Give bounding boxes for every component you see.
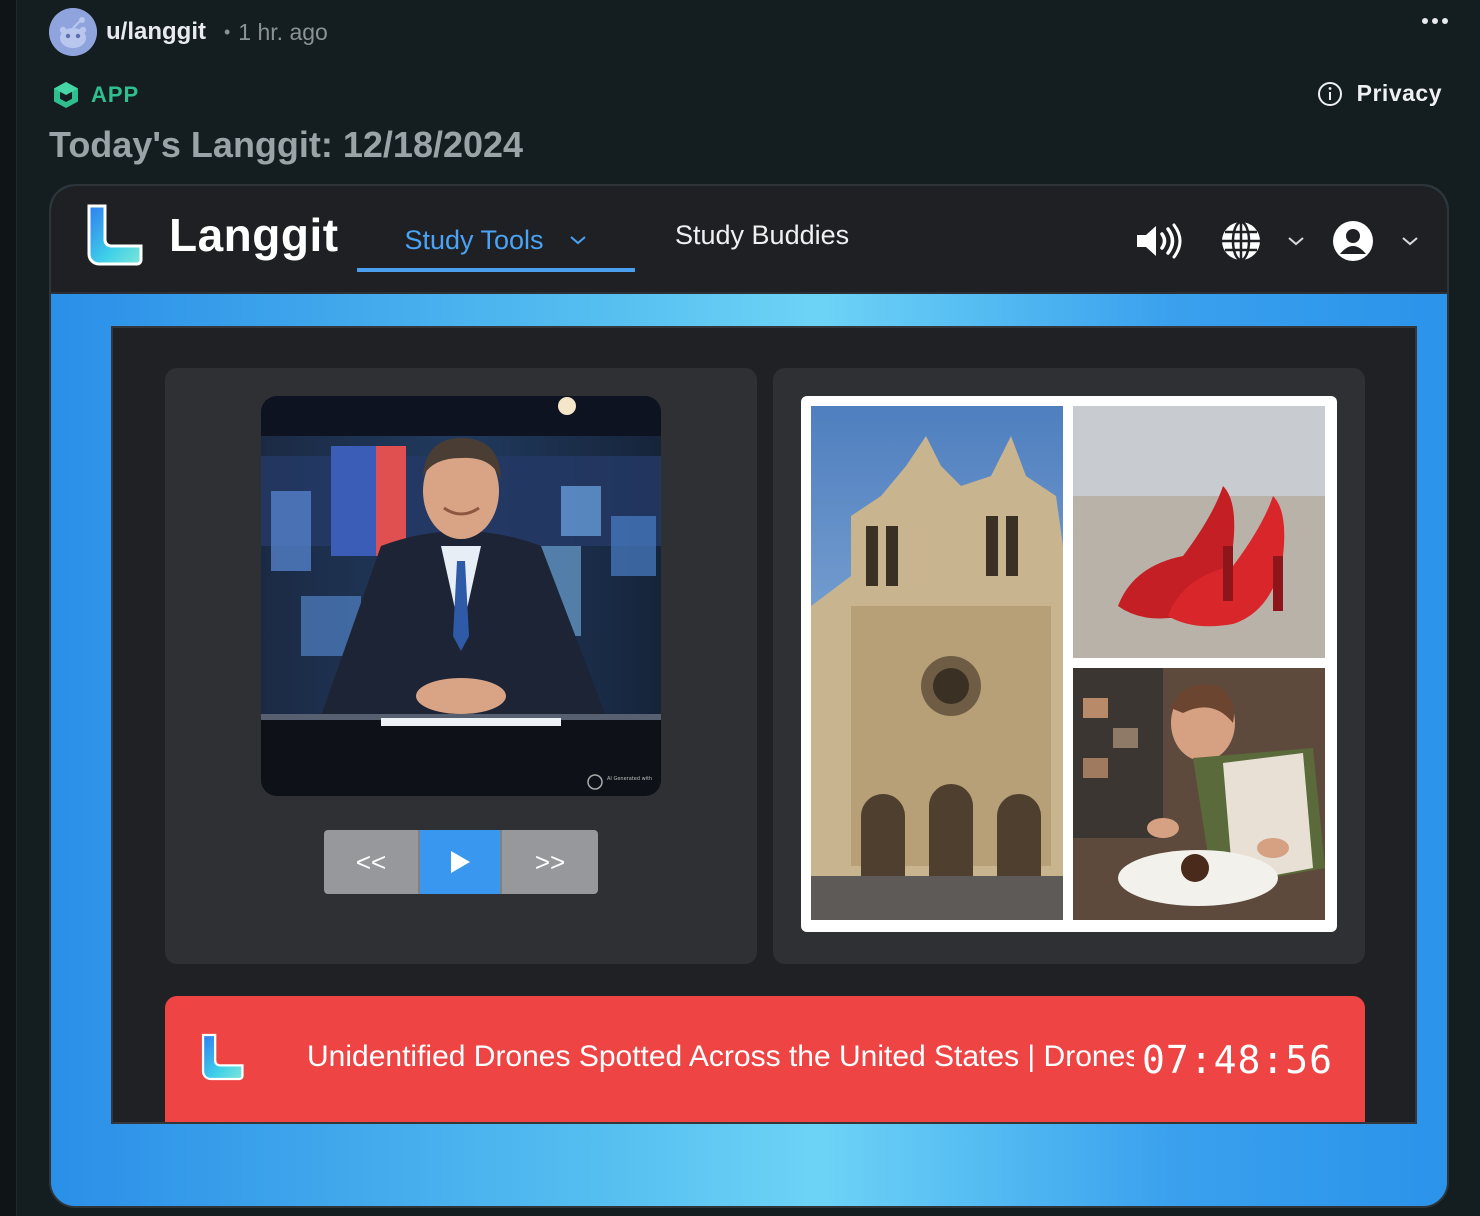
tab-study-tools-label: Study Tools: [404, 224, 544, 255]
post-title[interactable]: Today's Langgit: 12/18/2024: [49, 124, 523, 166]
language-button[interactable]: [1219, 219, 1263, 263]
chevron-down-icon: [569, 236, 586, 245]
nav-icons: [1133, 216, 1421, 266]
next-button[interactable]: >>: [502, 830, 598, 894]
tab-study-buddies[interactable]: Study Buddies: [675, 220, 849, 251]
red-shoes-image[interactable]: [1073, 406, 1325, 658]
globe-icon: [1222, 220, 1260, 262]
study-content: AI Generated with << >> Unidentified Dro…: [111, 326, 1417, 1124]
brand-name: Langgit: [169, 209, 339, 261]
news-ticker: Unidentified Drones Spotted Across the U…: [165, 996, 1365, 1122]
more-dot-icon: [1432, 18, 1438, 24]
post-card: u/langgit • 1 hr. ago APP Privacy Today'…: [16, 0, 1480, 1216]
notre-dame-image: [811, 406, 1063, 920]
more-dot-icon: [1422, 18, 1428, 24]
avatar[interactable]: [49, 8, 97, 56]
video-panel: AI Generated with << >>: [165, 368, 757, 964]
post-username[interactable]: u/langgit: [106, 18, 206, 46]
red-heels-image: [1073, 406, 1325, 658]
app-label: APP: [91, 82, 140, 107]
app-badge: APP: [51, 80, 139, 110]
app-frame: Langgit Study Tools Study Buddies AI Gen…: [49, 184, 1449, 1208]
tab-study-tools[interactable]: Study Tools: [357, 212, 635, 272]
chevron-down-icon: [1288, 237, 1304, 246]
ticker-logo: [197, 1030, 247, 1089]
account-button[interactable]: [1331, 219, 1375, 263]
langgit-logo-icon: [87, 204, 143, 266]
watermark-text: AI Generated with: [607, 776, 652, 782]
ticker-headline: Unidentified Drones Spotted Across the U…: [307, 1040, 1141, 1073]
speaker-icon: [1137, 223, 1182, 259]
reddit-snoo-icon: [49, 8, 97, 56]
cathedral-image[interactable]: [811, 406, 1063, 920]
play-button[interactable]: [420, 830, 502, 894]
image-collage: [801, 396, 1337, 932]
more-options-button[interactable]: [1422, 18, 1448, 24]
chevron-down-icon: [1402, 237, 1418, 246]
langgit-logo-icon: [201, 1033, 244, 1081]
player-controls: << >>: [324, 830, 598, 894]
chocolatier-image[interactable]: [1073, 668, 1325, 920]
speaker-button[interactable]: [1133, 216, 1183, 266]
image-panel: [773, 368, 1365, 964]
info-icon: [1317, 81, 1342, 106]
app-navbar: Langgit Study Tools Study Buddies: [51, 186, 1447, 294]
privacy-label: Privacy: [1356, 80, 1442, 106]
post-timestamp: 1 hr. ago: [238, 18, 328, 45]
account-dropdown[interactable]: [1399, 219, 1421, 263]
play-icon: [451, 851, 470, 873]
app-cube-icon: [54, 82, 78, 108]
ticker-clock: 07:48:56: [1133, 1038, 1333, 1082]
privacy-button[interactable]: Privacy: [1317, 80, 1442, 107]
previous-button[interactable]: <<: [324, 830, 420, 894]
news-anchor-video[interactable]: AI Generated with: [261, 396, 661, 796]
post-header: u/langgit • 1 hr. ago: [49, 8, 328, 56]
brand[interactable]: Langgit: [81, 202, 339, 268]
more-dot-icon: [1442, 18, 1448, 24]
user-icon: [1333, 221, 1373, 261]
language-dropdown[interactable]: [1285, 219, 1307, 263]
separator-dot: •: [223, 21, 231, 42]
news-anchor-image: AI Generated with: [261, 396, 661, 796]
chocolatier-image-graphic: [1073, 668, 1325, 920]
